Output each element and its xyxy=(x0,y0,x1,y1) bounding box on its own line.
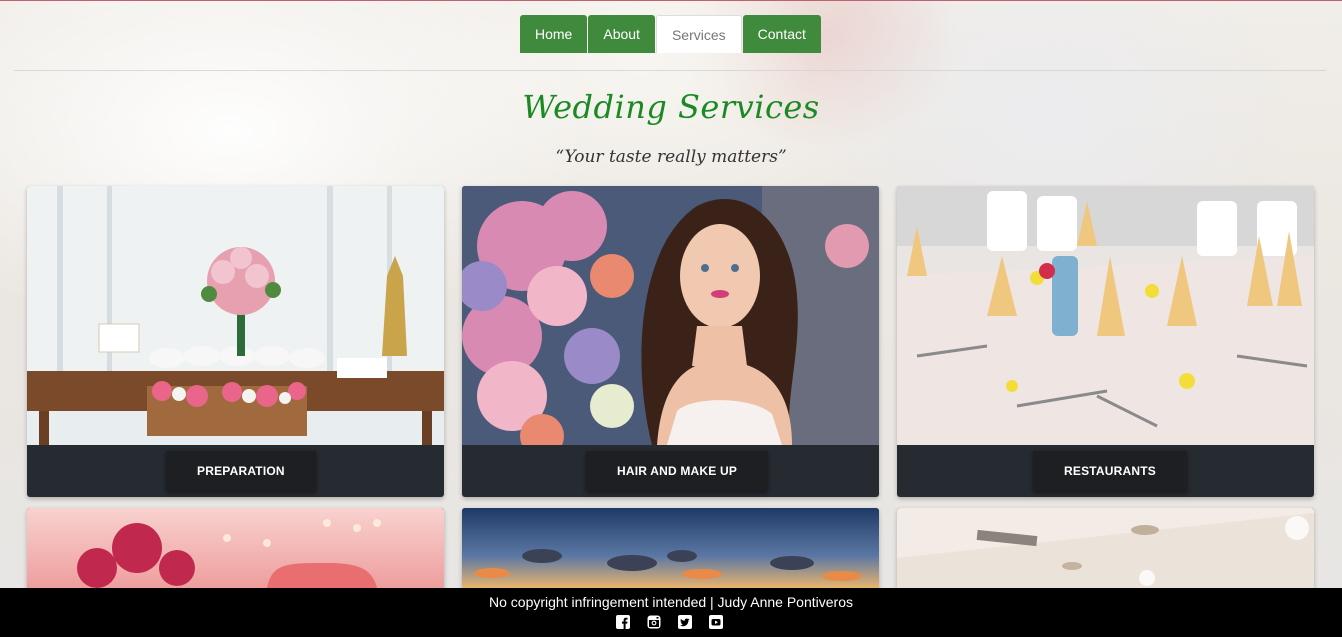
facebook-icon[interactable] xyxy=(616,615,630,629)
service-card-4 xyxy=(27,508,444,588)
preparation-image xyxy=(27,186,444,445)
hair-and-make-up-image xyxy=(462,186,879,445)
service-card-restaurants: RESTAURANTS xyxy=(897,186,1314,497)
page-title: Wedding Services xyxy=(522,88,820,126)
instagram-icon[interactable] xyxy=(647,615,661,629)
youtube-icon[interactable] xyxy=(709,615,723,629)
main-nav: Home About Services Contact xyxy=(520,15,821,53)
nav-divider xyxy=(14,70,1326,71)
reception-hall-image xyxy=(897,508,1314,588)
social-links xyxy=(616,615,723,629)
sunset-sky-image xyxy=(462,508,879,588)
floral-cake-image xyxy=(27,508,444,588)
service-card-5 xyxy=(462,508,879,588)
footer: No copyright infringement intended | Jud… xyxy=(0,588,1342,637)
restaurants-image xyxy=(897,186,1314,445)
preparation-button[interactable]: PREPARATION xyxy=(166,451,316,491)
service-card-preparation: PREPARATION xyxy=(27,186,444,497)
nav-contact[interactable]: Contact xyxy=(742,15,821,53)
hair-and-make-up-button[interactable]: HAIR AND MAKE UP xyxy=(586,451,769,491)
nav-about[interactable]: About xyxy=(588,15,655,53)
page-tagline: “Your taste really matters” xyxy=(555,147,787,167)
nav-services[interactable]: Services xyxy=(655,15,742,53)
service-card-6 xyxy=(897,508,1314,588)
nav-home[interactable]: Home xyxy=(520,15,588,53)
restaurants-button[interactable]: RESTAURANTS xyxy=(1033,451,1187,491)
twitter-icon[interactable] xyxy=(678,615,692,629)
service-card-hair-and-make-up: HAIR AND MAKE UP xyxy=(462,186,879,497)
top-accent-line xyxy=(0,0,1342,1)
footer-copyright: No copyright infringement intended | Jud… xyxy=(489,594,853,610)
